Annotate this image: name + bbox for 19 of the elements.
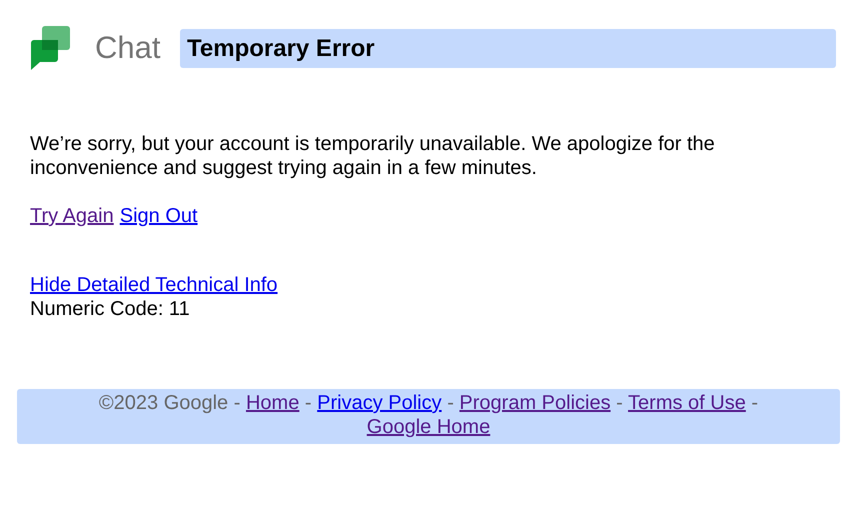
- chat-logo-icon: [28, 26, 72, 70]
- action-link[interactable]: Try Again: [30, 204, 114, 228]
- footer-link[interactable]: Privacy Policy: [317, 392, 442, 414]
- error-message: We’re sorry, but your account is temporarily unavailable. We apologize for the inconvenience and suggest trying again in a few minutes.: [30, 132, 716, 180]
- separator: -: [616, 392, 623, 414]
- separator: -: [234, 392, 240, 414]
- numeric-code: Numeric Code: 11: [30, 297, 190, 321]
- footer-link[interactable]: Google Home: [366, 416, 490, 438]
- footer-link[interactable]: Home: [246, 392, 300, 414]
- copyright-text: ©2023 Google: [98, 392, 228, 414]
- separator: -: [751, 392, 758, 414]
- action-link[interactable]: Sign Out: [120, 204, 198, 228]
- product-name: Chat: [95, 30, 162, 66]
- details-toggle-link[interactable]: Hide Detailed Technical Info: [30, 273, 278, 297]
- page-title: Temporary Error: [180, 28, 836, 68]
- footer-link[interactable]: Terms of Use: [628, 392, 746, 414]
- separator: -: [304, 392, 312, 414]
- footer-link[interactable]: Program Policies: [459, 392, 611, 414]
- separator: -: [447, 392, 454, 414]
